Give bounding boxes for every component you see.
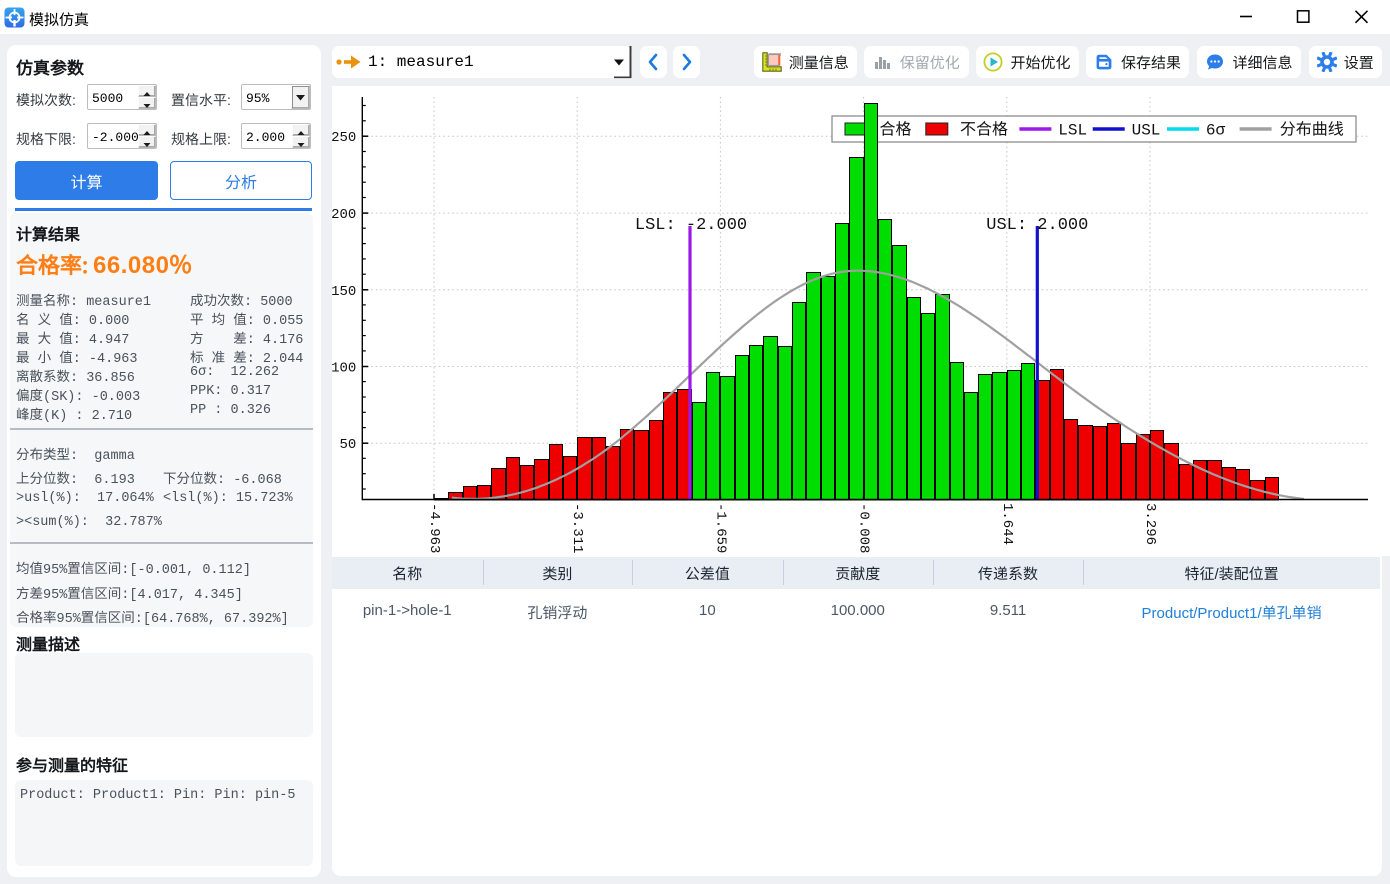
- svg-text:LSL: LSL: [1058, 122, 1087, 140]
- svg-text:100: 100: [331, 361, 356, 377]
- svg-text:USL: USL: [1132, 122, 1161, 140]
- svg-text:USL: 2.000: USL: 2.000: [986, 216, 1088, 235]
- svg-text:-4.963: -4.963: [426, 503, 442, 553]
- svg-text:3.296: 3.296: [1142, 503, 1158, 545]
- svg-text:不合格: 不合格: [960, 121, 1008, 140]
- svg-text:分布曲线: 分布曲线: [1280, 121, 1344, 140]
- svg-text:LSL: -2.000: LSL: -2.000: [635, 216, 747, 235]
- svg-text:-0.008: -0.008: [856, 503, 872, 553]
- svg-text:200: 200: [331, 207, 356, 223]
- svg-text:1.644: 1.644: [999, 503, 1015, 545]
- svg-text:150: 150: [331, 284, 356, 300]
- svg-text:250: 250: [331, 130, 356, 146]
- svg-text:合格: 合格: [880, 121, 912, 140]
- svg-text:-1.659: -1.659: [712, 503, 728, 553]
- svg-text:-3.311: -3.311: [569, 503, 585, 553]
- svg-text:6σ: 6σ: [1206, 122, 1226, 140]
- svg-text:50: 50: [339, 437, 356, 453]
